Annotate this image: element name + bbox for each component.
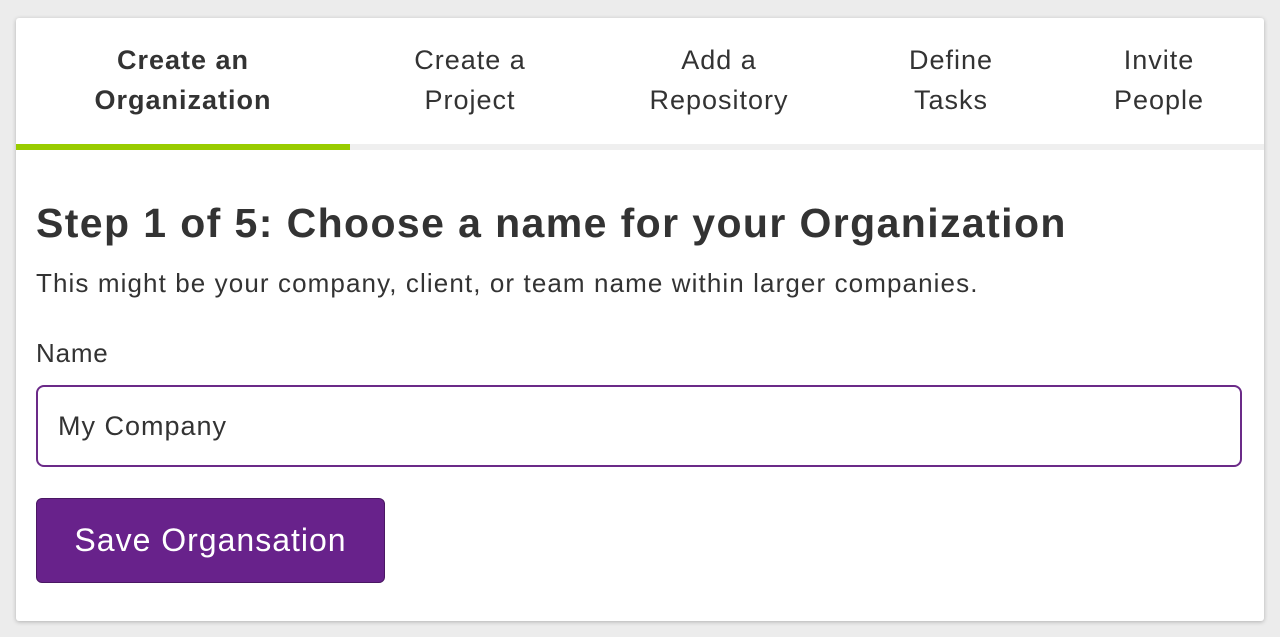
page-title: Step 1 of 5: Choose a name for your Orga… bbox=[36, 200, 1067, 246]
step-tab-add-repository[interactable]: Add a Repository bbox=[590, 18, 848, 144]
organization-name-input[interactable] bbox=[36, 385, 1242, 467]
step-tab-define-tasks[interactable]: Define Tasks bbox=[848, 18, 1054, 144]
step-tab-label: Add a Repository bbox=[649, 45, 789, 115]
step-tab-create-project[interactable]: Create a Project bbox=[350, 18, 590, 144]
step-tab-label: Create a Project bbox=[414, 45, 526, 115]
step-tab-label: Invite People bbox=[1113, 45, 1205, 115]
wizard-steps: Create an Organization Create a Project … bbox=[16, 18, 1264, 150]
save-organization-button[interactable]: Save Organsation bbox=[36, 498, 385, 583]
step-tab-label: Create an Organization bbox=[94, 45, 272, 115]
step-description: This might be your company, client, or t… bbox=[36, 268, 979, 298]
step-tab-label: Define Tasks bbox=[908, 45, 994, 115]
step-tab-invite-people[interactable]: Invite People bbox=[1054, 18, 1264, 144]
name-field-label: Name bbox=[36, 338, 109, 368]
step-tab-create-organization[interactable]: Create an Organization bbox=[16, 18, 350, 150]
setup-wizard-card: Create an Organization Create a Project … bbox=[16, 18, 1264, 621]
